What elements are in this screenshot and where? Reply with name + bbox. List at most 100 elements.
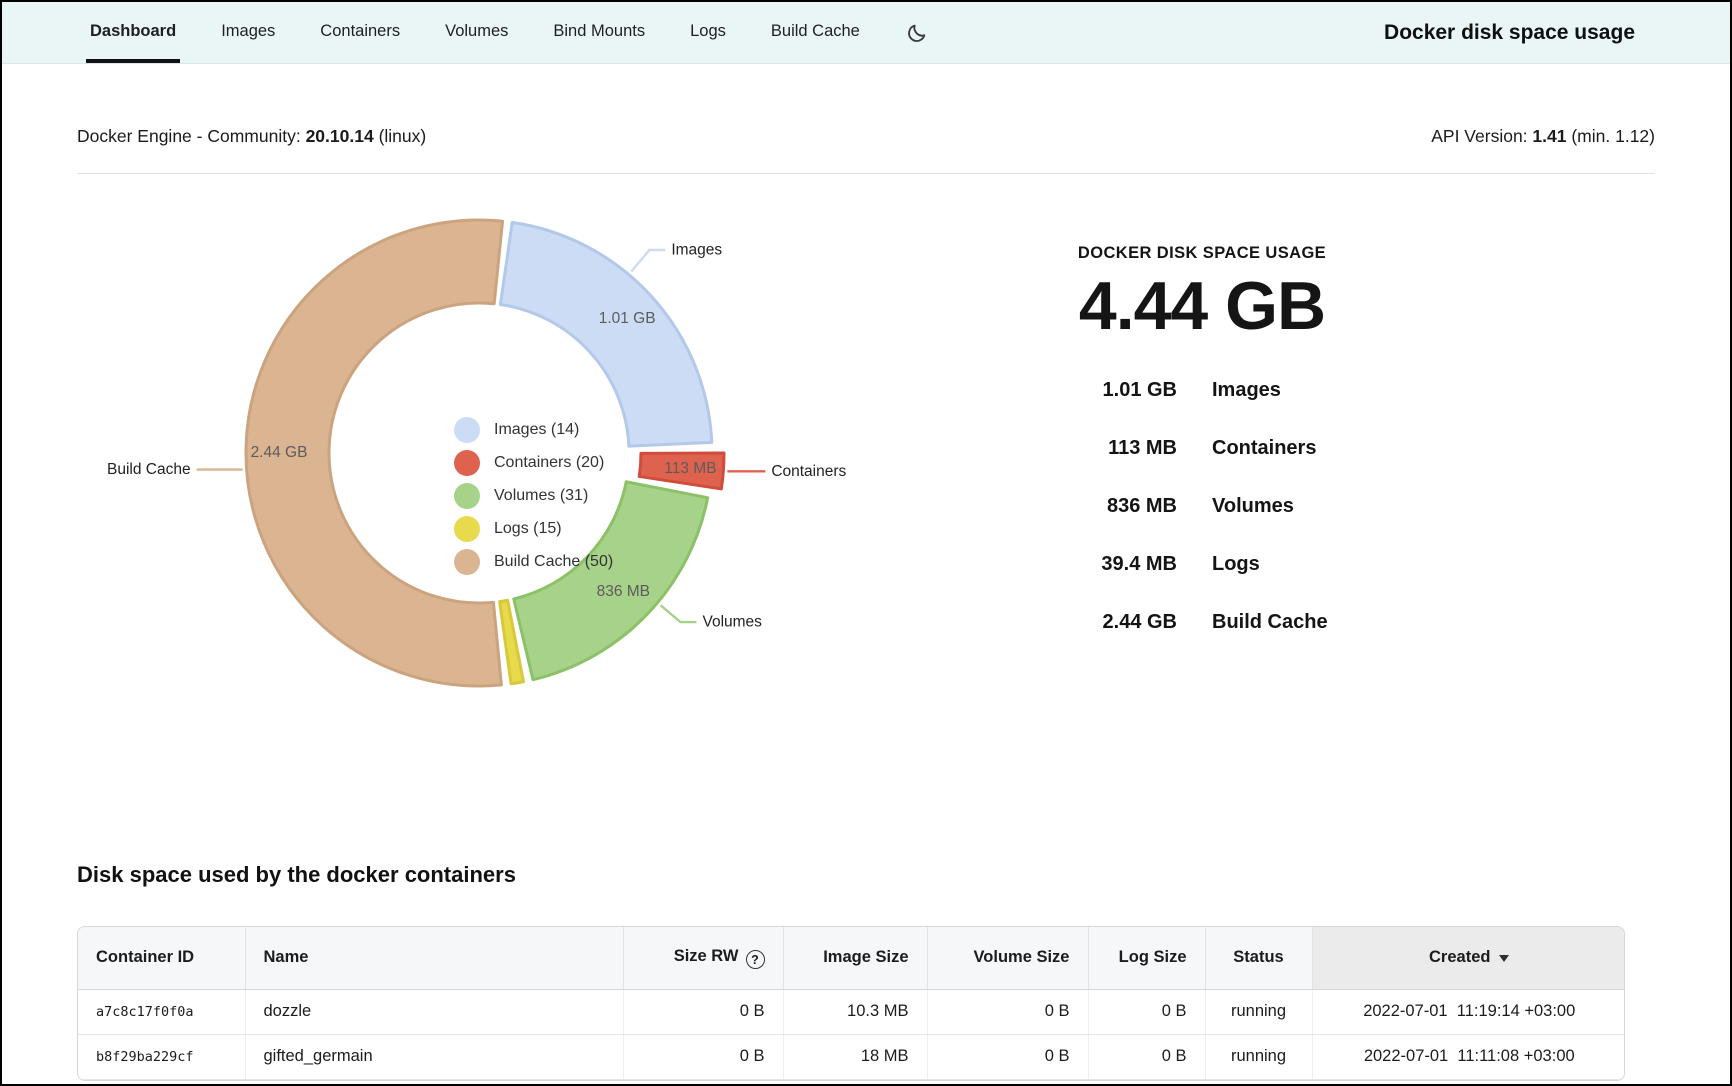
tab-dashboard[interactable]: Dashboard bbox=[86, 2, 180, 63]
api-version: 1.41 bbox=[1532, 126, 1566, 146]
top-nav-bar: Dashboard Images Containers Volumes Bind Mou… bbox=[2, 2, 1730, 64]
cell-status: running bbox=[1205, 1034, 1312, 1079]
legend-label: Logs (15) bbox=[494, 520, 562, 538]
table-body: a7c8c17f0f0adozzle0 B10.3 MB0 B0 Brunnin… bbox=[78, 989, 1625, 1079]
column-header-created[interactable]: Created bbox=[1312, 927, 1625, 989]
chart-legend: Images (14) Containers (20) Volumes (31) Lo… bbox=[454, 417, 613, 575]
cell-image-size: 10.3 MB bbox=[783, 989, 927, 1034]
slice-value-label: 113 MB bbox=[664, 460, 716, 477]
tab-build-cache[interactable]: Build Cache bbox=[767, 2, 864, 63]
column-label: Size RW bbox=[674, 947, 739, 965]
cell-name: gifted_germain bbox=[245, 1034, 623, 1079]
tab-images[interactable]: Images bbox=[217, 2, 279, 63]
cell-container-id: a7c8c17f0f0a bbox=[78, 989, 245, 1034]
legend-label: Images (14) bbox=[494, 421, 579, 439]
slice-value-label: 836 MB bbox=[597, 583, 650, 600]
dark-mode-toggle[interactable] bbox=[906, 2, 928, 63]
summary-label: Containers bbox=[1212, 437, 1316, 460]
table-row: a7c8c17f0f0adozzle0 B10.3 MB0 B0 Brunnin… bbox=[78, 989, 1625, 1034]
engine-info-row: Docker Engine - Community: 20.10.14 (lin… bbox=[77, 126, 1655, 147]
help-icon[interactable]: ? bbox=[746, 950, 765, 969]
column-header-name[interactable]: Name bbox=[245, 927, 623, 989]
summary-row-volumes: 836 MBVolumes bbox=[987, 495, 1417, 518]
engine-label: Docker Engine - Community: bbox=[77, 126, 301, 146]
app-title: Docker disk space usage bbox=[1384, 21, 1635, 45]
summary-value: 1.01 GB bbox=[987, 379, 1177, 402]
summary-label: Build Cache bbox=[1212, 611, 1328, 634]
column-header-size-rw[interactable]: Size RW? bbox=[623, 927, 783, 989]
tab-bind-mounts[interactable]: Bind Mounts bbox=[549, 2, 649, 63]
api-min-version: (min. 1.12) bbox=[1571, 126, 1655, 146]
summary-label: Volumes bbox=[1212, 495, 1294, 518]
disk-usage-summary: DOCKER DISK SPACE USAGE 4.44 GB 1.01 GB I… bbox=[987, 244, 1417, 634]
legend-item-images[interactable]: Images (14) bbox=[454, 417, 613, 443]
slice-value-label: 2.44 GB bbox=[251, 444, 308, 461]
cell-volume-size: 0 B bbox=[927, 989, 1088, 1034]
column-label: Name bbox=[264, 948, 309, 966]
cell-name: dozzle bbox=[245, 989, 623, 1034]
column-header-image-size[interactable]: Image Size bbox=[783, 927, 927, 989]
containers-table: Container ID Name Size RW? Image Size Volume… bbox=[78, 927, 1625, 1080]
callout-line bbox=[661, 605, 697, 622]
table-row: b8f29ba229cfgifted_germain0 B18 MB0 B0 B… bbox=[78, 1034, 1625, 1079]
legend-swatch bbox=[454, 516, 480, 542]
summary-total: 4.44 GB bbox=[987, 267, 1417, 345]
engine-version: 20.10.14 bbox=[306, 126, 374, 146]
slice-value-label: 1.01 GB bbox=[599, 310, 656, 327]
containers-table-wrap: Container ID Name Size RW? Image Size Volume… bbox=[77, 926, 1625, 1081]
summary-title: DOCKER DISK SPACE USAGE bbox=[987, 244, 1417, 263]
callout-label-containers: Containers bbox=[771, 463, 846, 480]
legend-item-logs[interactable]: Logs (15) bbox=[454, 516, 613, 542]
summary-label: Logs bbox=[1212, 553, 1260, 576]
sort-desc-icon bbox=[1499, 955, 1509, 962]
legend-item-volumes[interactable]: Volumes (31) bbox=[454, 483, 613, 509]
legend-item-containers[interactable]: Containers (20) bbox=[454, 450, 613, 476]
cell-created: 2022-07-01 11:19:14 +03:00 bbox=[1312, 989, 1625, 1034]
containers-section-heading: Disk space used by the docker containers bbox=[77, 862, 1655, 888]
column-label: Image Size bbox=[823, 948, 908, 966]
legend-swatch bbox=[454, 417, 480, 443]
column-header-status[interactable]: Status bbox=[1205, 927, 1312, 989]
column-header-container-id[interactable]: Container ID bbox=[78, 927, 245, 989]
summary-row-images: 1.01 GB Images bbox=[987, 379, 1417, 402]
column-header-log-size[interactable]: Log Size bbox=[1088, 927, 1205, 989]
column-label: Created bbox=[1429, 948, 1490, 966]
column-label: Log Size bbox=[1119, 948, 1187, 966]
tab-volumes[interactable]: Volumes bbox=[441, 2, 512, 63]
column-label: Container ID bbox=[96, 948, 194, 966]
legend-label: Volumes (31) bbox=[494, 487, 588, 505]
callout-label-images: Images bbox=[671, 241, 722, 258]
moon-icon bbox=[906, 22, 928, 44]
summary-row-containers: 113 MB Containers bbox=[987, 437, 1417, 460]
tab-logs[interactable]: Logs bbox=[686, 2, 730, 63]
cell-size-rw: 0 B bbox=[623, 989, 783, 1034]
engine-version-text: Docker Engine - Community: 20.10.14 (lin… bbox=[77, 126, 426, 147]
callout-label-volumes: Volumes bbox=[702, 614, 762, 631]
tab-containers[interactable]: Containers bbox=[316, 2, 404, 63]
summary-row-build-cache: 2.44 GB Build Cache bbox=[987, 611, 1417, 634]
dashboard-chart-section: 1.01 GB 113 MB 836 MB 2.44 GB Images Containe… bbox=[2, 174, 1730, 792]
summary-row-logs: 39.4 MB Logs bbox=[987, 553, 1417, 576]
legend-swatch bbox=[454, 483, 480, 509]
summary-label: Images bbox=[1212, 379, 1281, 402]
cell-volume-size: 0 B bbox=[927, 1034, 1088, 1079]
cell-created: 2022-07-01 11:11:08 +03:00 bbox=[1312, 1034, 1625, 1079]
summary-value: 113 MB bbox=[987, 437, 1177, 460]
legend-label: Build Cache (50) bbox=[494, 553, 613, 571]
engine-platform: (linux) bbox=[379, 126, 427, 146]
summary-value: 39.4 MB bbox=[987, 553, 1177, 576]
cell-status: running bbox=[1205, 989, 1312, 1034]
table-header-row: Container ID Name Size RW? Image Size Volume… bbox=[78, 927, 1625, 989]
legend-item-build-cache[interactable]: Build Cache (50) bbox=[454, 549, 613, 575]
cell-log-size: 0 B bbox=[1088, 1034, 1205, 1079]
legend-swatch bbox=[454, 549, 480, 575]
cell-image-size: 18 MB bbox=[783, 1034, 927, 1079]
summary-value: 2.44 GB bbox=[987, 611, 1177, 634]
cell-container-id: b8f29ba229cf bbox=[78, 1034, 245, 1079]
column-label: Status bbox=[1233, 948, 1283, 966]
cell-size-rw: 0 B bbox=[623, 1034, 783, 1079]
callout-label-build-cache: Build Cache bbox=[107, 461, 191, 478]
legend-swatch bbox=[454, 450, 480, 476]
column-header-volume-size[interactable]: Volume Size bbox=[927, 927, 1088, 989]
callout-line bbox=[631, 250, 665, 271]
